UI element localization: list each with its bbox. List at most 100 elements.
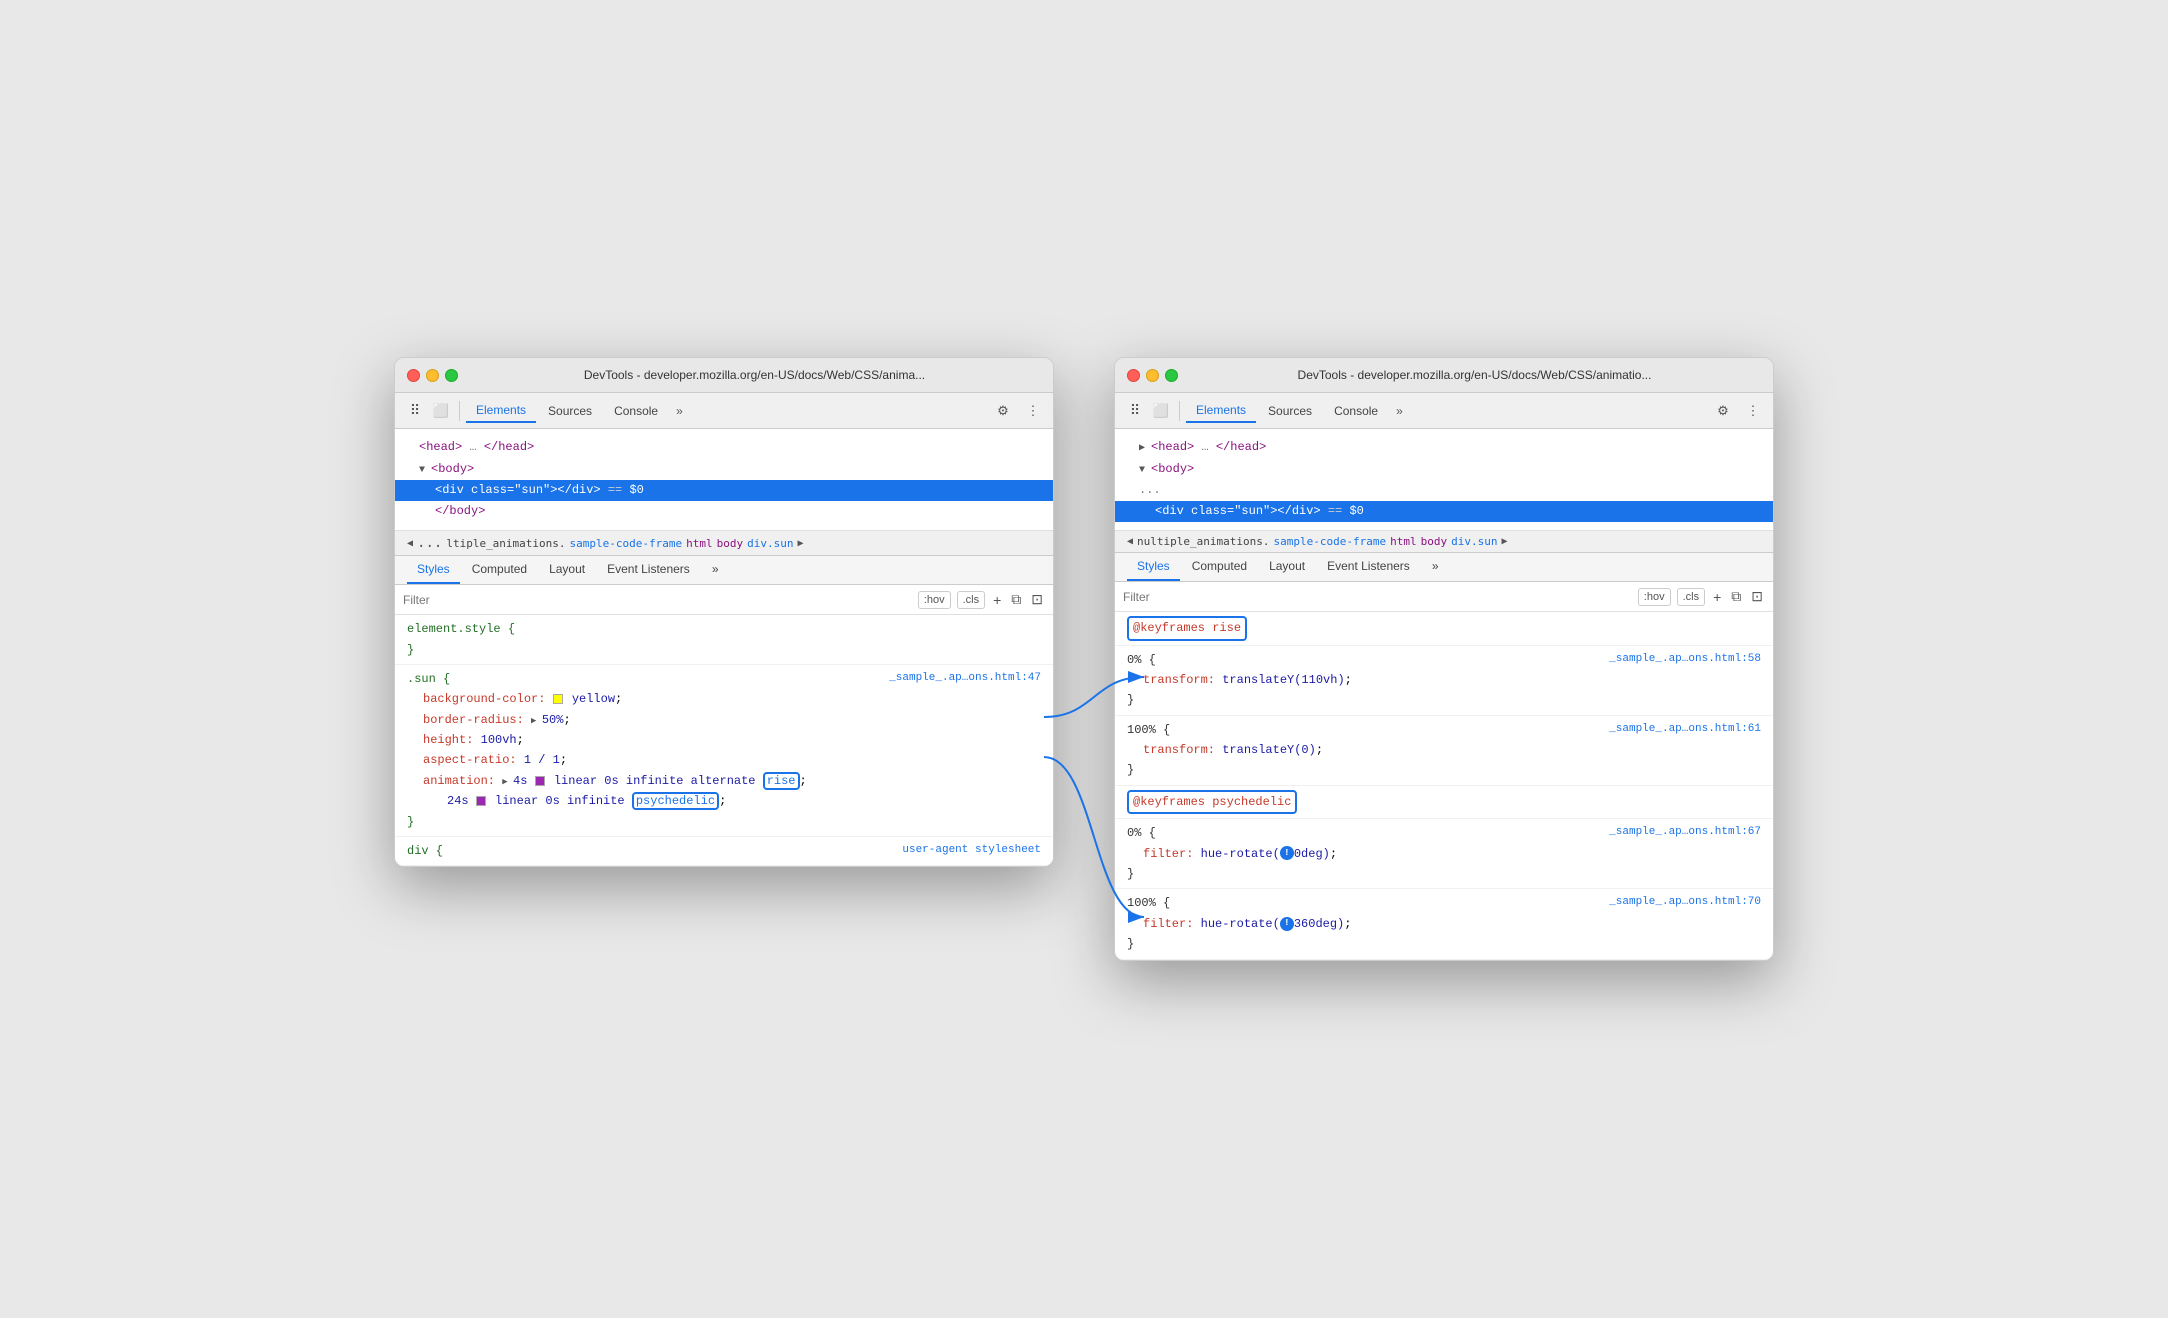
hov-button-right[interactable]: :hov xyxy=(1638,588,1671,606)
breadcrumb-frame-right[interactable]: sample-code-frame xyxy=(1273,535,1386,548)
breadcrumb-divsun-right[interactable]: div.sun xyxy=(1451,535,1497,548)
keyframes-rise-name: @keyframes rise xyxy=(1127,616,1247,640)
tab-more-left[interactable]: » xyxy=(702,556,729,584)
breadcrumb-html[interactable]: html xyxy=(686,537,713,550)
breadcrumb-fwd-right[interactable]: ▶ xyxy=(1501,536,1507,547)
breadcrumb-body-right[interactable]: body xyxy=(1421,535,1448,548)
minimize-button-right[interactable] xyxy=(1146,369,1159,382)
devtools-toolbar-right: ⠿ ⬜ Elements Sources Console » ⚙ ⋮ xyxy=(1115,393,1773,429)
breadcrumb-divsun[interactable]: div.sun xyxy=(747,537,793,550)
filter-input-right[interactable] xyxy=(1123,590,1632,604)
styles-panel-left: element.style { } .sun { _sample_.ap…ons… xyxy=(395,615,1053,866)
toolbar-right-left: ⚙ ⋮ xyxy=(991,399,1045,423)
settings-icon-right[interactable]: ⚙ xyxy=(1711,399,1735,423)
tab-layout-right[interactable]: Layout xyxy=(1259,553,1315,581)
menu-icon-left[interactable]: ⋮ xyxy=(1021,399,1045,423)
styles-panel-right: @keyframes rise 0% { _sample_.ap…ons.htm… xyxy=(1115,612,1773,959)
tab-event-listeners-right[interactable]: Event Listeners xyxy=(1317,553,1420,581)
color-swatch-anim2 xyxy=(476,796,486,806)
tab-sources-right[interactable]: Sources xyxy=(1258,400,1322,422)
tree-line[interactable]: ▼ <body> xyxy=(1115,459,1773,480)
tab-styles-right[interactable]: Styles xyxy=(1127,553,1180,581)
plus-icon-right[interactable]: + xyxy=(1711,587,1723,607)
css-source-sun[interactable]: _sample_.ap…ons.html:47 xyxy=(889,669,1041,688)
tab-elements-right[interactable]: Elements xyxy=(1186,399,1256,423)
breadcrumb-dots[interactable]: ... xyxy=(417,535,442,551)
device-icon[interactable]: ⬜ xyxy=(429,399,453,423)
rise-100-source[interactable]: _sample_.ap…ons.html:61 xyxy=(1609,720,1761,739)
window-title-right: DevTools - developer.mozilla.org/en-US/d… xyxy=(1188,368,1761,382)
hov-button-left[interactable]: :hov xyxy=(918,591,951,609)
breadcrumb-forward-arrow[interactable]: ▶ xyxy=(798,538,804,549)
css-rule-psychedelic-100: 100% { _sample_.ap…ons.html:70 filter: h… xyxy=(1115,889,1773,959)
css-rule-psychedelic-0: 0% { _sample_.ap…ons.html:67 filter: hue… xyxy=(1115,819,1773,889)
close-button-right[interactable] xyxy=(1127,369,1140,382)
keyframes-psychedelic-name: @keyframes psychedelic xyxy=(1127,790,1297,814)
breadcrumb-file-right[interactable]: nultiple_animations. xyxy=(1137,535,1269,548)
cls-button-left[interactable]: .cls xyxy=(957,591,986,609)
tree-line-selected[interactable]: <div class="sun"></div> == $0 xyxy=(395,480,1053,501)
tree-line-selected-right[interactable]: <div class="sun"></div> == $0 xyxy=(1115,501,1773,522)
rise-100-closing: } xyxy=(1127,760,1761,780)
tree-line[interactable]: <head> … </head> xyxy=(395,437,1053,458)
copy-icon-right[interactable]: ⧉ xyxy=(1729,586,1743,607)
menu-icon-right[interactable]: ⋮ xyxy=(1741,399,1765,423)
inspect-icon-right[interactable]: ⠿ xyxy=(1123,399,1147,423)
toolbar-more-left[interactable]: » xyxy=(670,400,689,422)
toolbar-right-right: ⚙ ⋮ xyxy=(1711,399,1765,423)
tree-line[interactable]: ▶ <head> … </head> xyxy=(1115,437,1773,458)
tree-line[interactable]: ▼ <body> xyxy=(395,459,1053,480)
plus-icon-left[interactable]: + xyxy=(991,590,1003,610)
panel-tabs-right: Styles Computed Layout Event Listeners » xyxy=(1115,553,1773,582)
filter-bar-left: :hov .cls + ⧉ ⊡ xyxy=(395,585,1053,615)
psychedelic-100-closing: } xyxy=(1127,934,1761,954)
html-tree-right: ▶ <head> … </head> ▼ <body> ... <div cla… xyxy=(1115,429,1773,531)
inspect-icon[interactable]: ⠿ xyxy=(403,399,427,423)
breadcrumb-file[interactable]: ltiple_animations. xyxy=(446,537,565,550)
psychedelic-100-header: 100% { _sample_.ap…ons.html:70 xyxy=(1127,893,1761,913)
tab-event-listeners-left[interactable]: Event Listeners xyxy=(597,556,700,584)
breadcrumb-back-right[interactable]: ◀ xyxy=(1127,536,1133,547)
tab-computed-right[interactable]: Computed xyxy=(1182,553,1257,581)
tree-line-ellipsis[interactable]: ... xyxy=(1115,480,1773,501)
maximize-button-right[interactable] xyxy=(1165,369,1178,382)
device-icon-right[interactable]: ⬜ xyxy=(1149,399,1173,423)
maximize-button[interactable] xyxy=(445,369,458,382)
filter-input-left[interactable] xyxy=(403,593,912,607)
tree-line[interactable]: </body> xyxy=(395,501,1053,522)
warning-icon-1: ! xyxy=(1280,846,1294,860)
settings-icon-left[interactable]: ⚙ xyxy=(991,399,1015,423)
breadcrumb-body[interactable]: body xyxy=(717,537,744,550)
cls-button-right[interactable]: .cls xyxy=(1677,588,1706,606)
copy-icon-left[interactable]: ⧉ xyxy=(1009,589,1023,610)
css-source-partial[interactable]: user-agent stylesheet xyxy=(902,841,1041,860)
close-button[interactable] xyxy=(407,369,420,382)
breadcrumb-back-arrow[interactable]: ◀ xyxy=(407,538,413,549)
traffic-lights-right xyxy=(1127,369,1178,382)
title-bar-right: DevTools - developer.mozilla.org/en-US/d… xyxy=(1115,358,1773,393)
toolbar-more-right[interactable]: » xyxy=(1390,400,1409,422)
tab-layout-left[interactable]: Layout xyxy=(539,556,595,584)
toolbar-separator xyxy=(459,401,460,421)
breadcrumb-html-right[interactable]: html xyxy=(1390,535,1417,548)
tab-console-left[interactable]: Console xyxy=(604,400,668,422)
sidebar-icon-right[interactable]: ⊡ xyxy=(1749,586,1765,607)
devtools-window-right: DevTools - developer.mozilla.org/en-US/d… xyxy=(1114,357,1774,960)
tab-sources-left[interactable]: Sources xyxy=(538,400,602,422)
rise-100-header: 100% { _sample_.ap…ons.html:61 xyxy=(1127,720,1761,740)
devtools-toolbar-left: ⠿ ⬜ Elements Sources Console » ⚙ ⋮ xyxy=(395,393,1053,429)
psychedelic-100-source[interactable]: _sample_.ap…ons.html:70 xyxy=(1609,893,1761,912)
rise-0-source[interactable]: _sample_.ap…ons.html:58 xyxy=(1609,650,1761,669)
psychedelic-0-source[interactable]: _sample_.ap…ons.html:67 xyxy=(1609,823,1761,842)
title-bar-left: DevTools - developer.mozilla.org/en-US/d… xyxy=(395,358,1053,393)
tab-styles-left[interactable]: Styles xyxy=(407,556,460,584)
tab-more-right[interactable]: » xyxy=(1422,553,1449,581)
sidebar-icon-left[interactable]: ⊡ xyxy=(1029,589,1045,610)
css-prop-aspect-ratio: aspect-ratio: 1 / 1; xyxy=(407,750,1041,770)
breadcrumb-frame[interactable]: sample-code-frame xyxy=(570,537,683,550)
breadcrumb-left: ◀ ... ltiple_animations. sample-code-fram… xyxy=(395,531,1053,556)
tab-computed-left[interactable]: Computed xyxy=(462,556,537,584)
tab-elements-left[interactable]: Elements xyxy=(466,399,536,423)
tab-console-right[interactable]: Console xyxy=(1324,400,1388,422)
minimize-button[interactable] xyxy=(426,369,439,382)
